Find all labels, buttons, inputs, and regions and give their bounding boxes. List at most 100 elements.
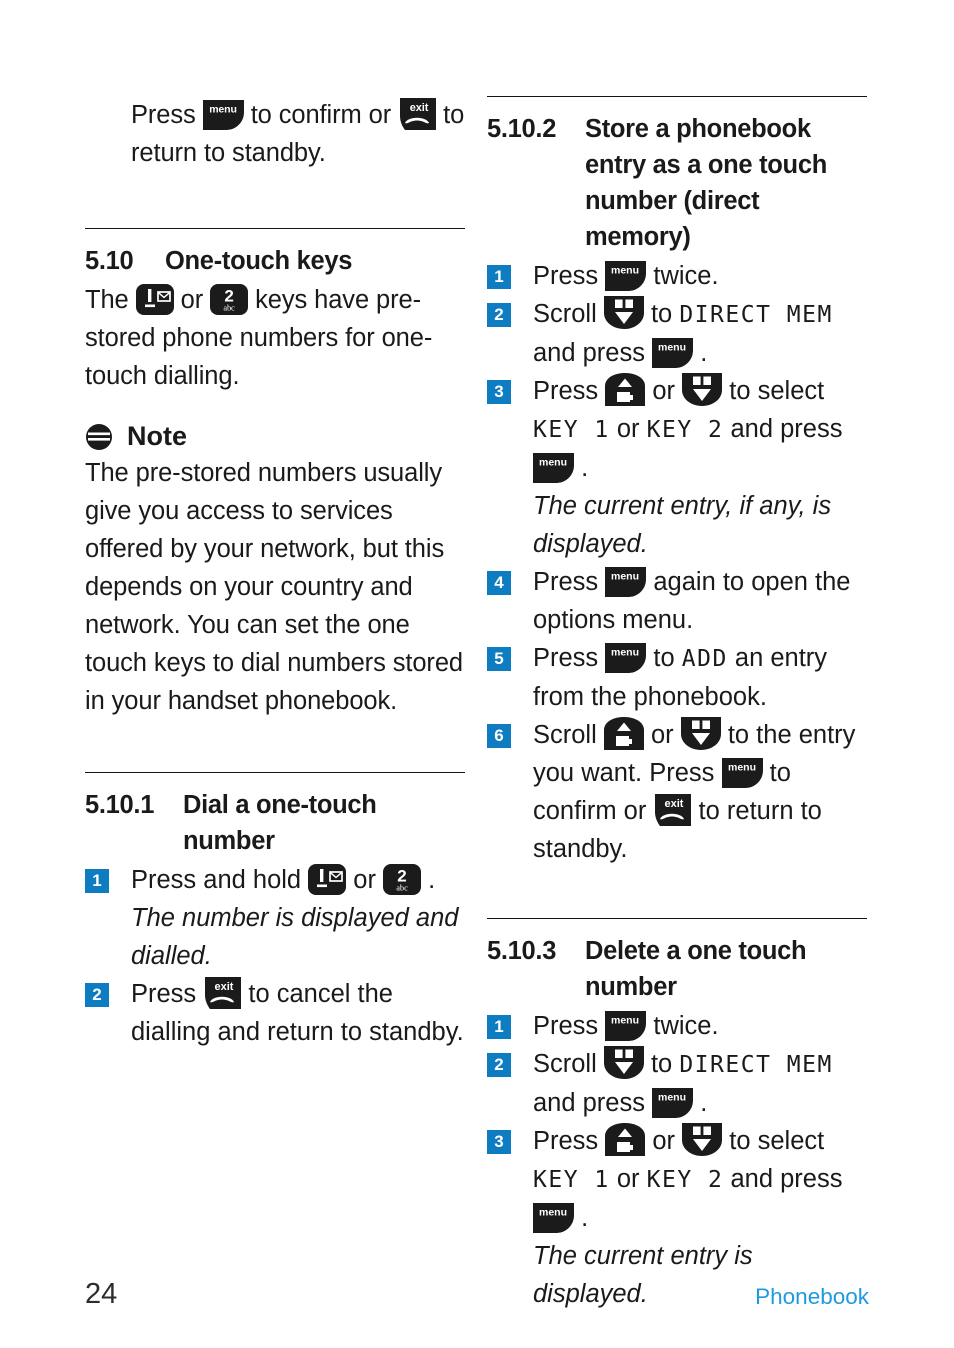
step-text-1: Press [533,1012,599,1040]
list-item: 4 Press again to open the options menu. [487,563,867,639]
menu-softkey-icon[interactable] [722,758,763,788]
step-text-1: Press [533,568,599,596]
heading-5-10-3: 5.10.3 Delete a one touch number [487,933,867,1005]
lcd-display-text: ADD [681,646,728,672]
step-text-2: or [650,721,674,749]
step-text-2: twice. [653,262,719,290]
note-heading-label: Note [127,421,187,451]
step-subtext: The current entry, if any, is displayed. [533,492,832,558]
list-item: 5 Press to ADD an entry from the phonebo… [487,639,867,716]
heading-title: Store a phonebook entry as a one touch n… [585,115,827,251]
step-badge: 5 [487,647,511,671]
page-number: 24 [85,1278,118,1310]
exit-softkey-icon[interactable] [203,977,241,1009]
step-text-2: to [650,1050,673,1078]
step-text-4: and press [730,415,843,443]
section-5-10-body: The or keys have pre-stored phone number… [85,281,465,395]
heading-5-10-1: 5.10.1 Dial a one-touch number [85,787,465,859]
step-text-3: to select [729,1127,825,1155]
note-body: The pre-stored numbers usually give you … [85,459,463,715]
scroll-down-phonebook-icon[interactable] [681,717,721,750]
step-badge: 3 [487,1130,511,1154]
lcd-display-key2: KEY 2 [646,417,724,443]
step-text-3: and press [533,339,645,367]
menu-softkey-icon[interactable] [605,1011,646,1041]
body-text-1: The [85,286,129,314]
step-text-mid: or [616,415,640,443]
list-item: 6 Scroll or to the entry you want. Press… [487,716,867,868]
heading-title: Delete a one touch number [585,937,807,1001]
section-divider [487,96,867,97]
heading-5-10-2: 5.10.2 Store a phonebook entry as a one … [487,111,867,255]
heading-title: One-touch keys [165,247,353,275]
heading-title: Dial a one-touch number [183,791,377,855]
heading-number: 5.10 [85,247,134,275]
steps-list-5-10-3: 1 Press twice. 2 Scroll to DIRECT MEM an… [487,1007,867,1313]
step-text-3: to select [729,377,825,405]
scroll-down-phonebook-icon[interactable] [604,1046,644,1079]
steps-list-5-10-2: 1 Press twice. 2 Scroll to DIRECT MEM an… [487,257,867,868]
step-badge: 4 [487,571,511,595]
step-text-4: and press [730,1165,843,1193]
step-text-1: Press [533,262,599,290]
step-text-1: Scroll [533,300,597,328]
lcd-display-text: DIRECT MEM [679,1052,833,1078]
scroll-down-phonebook-icon[interactable] [682,1123,722,1156]
menu-softkey-icon[interactable] [605,261,646,291]
menu-softkey-icon[interactable] [605,643,646,673]
heading-number: 5.10.3 [487,937,557,965]
left-column: Press to confirm or to return to standby… [85,96,465,1051]
keypad-2-abc-icon[interactable] [210,284,248,315]
keypad-1-message-icon[interactable] [308,864,346,895]
step-badge: 2 [85,983,109,1007]
scroll-up-redial-icon[interactable] [605,373,645,406]
scroll-up-redial-icon[interactable] [605,1123,645,1156]
step-badge: 1 [487,1015,511,1039]
list-item: 3 Press or to select KEY 1 or KEY 2 and … [487,372,867,563]
heading-number: 5.10.2 [487,115,557,143]
manual-page: Press to confirm or to return to standby… [0,0,954,1348]
list-item: 2 Scroll to DIRECT MEM and press . [487,1045,867,1122]
footer-section-label: Phonebook [755,1284,869,1309]
step-text-1: Press [533,644,599,672]
menu-softkey-icon[interactable] [533,1203,574,1233]
exit-softkey-icon[interactable] [653,794,691,826]
step-text-1: Press [533,1127,599,1155]
list-item: 2 Press to cancel the dialling and retur… [85,975,465,1051]
scroll-down-phonebook-icon[interactable] [682,373,722,406]
heading-number: 5.10.1 [85,791,155,819]
body-text-2: or [180,286,204,314]
list-item: 1 Press and hold or . The number is disp… [85,861,465,975]
step-text-3: . [428,866,436,894]
menu-softkey-icon[interactable] [605,567,646,597]
step-text-1: Press [533,377,599,405]
step-text-2: twice. [653,1012,719,1040]
lcd-display-key1: KEY 1 [533,1167,610,1193]
scroll-up-redial-icon[interactable] [604,717,644,750]
step-badge: 1 [85,869,109,893]
steps-list-5-10-1: 1 Press and hold or . The number is disp… [85,861,465,1051]
menu-softkey-icon[interactable] [652,338,693,368]
scroll-down-phonebook-icon[interactable] [604,296,644,329]
step-subtext: The number is displayed and dialled. [131,904,459,970]
intro-paragraph: Press to confirm or to return to standby… [85,96,465,172]
keypad-2-abc-icon[interactable] [383,864,421,895]
intro-text-1: Press [131,101,196,129]
right-column: 5.10.2 Store a phonebook entry as a one … [487,96,867,1313]
menu-softkey-icon[interactable] [533,453,574,483]
menu-softkey-icon[interactable] [203,100,244,130]
step-badge: 1 [487,265,511,289]
step-text-2: or [652,377,676,405]
heading-5-10: 5.10 One-touch keys [85,243,465,279]
list-item: 1 Press twice. [487,257,867,295]
menu-softkey-icon[interactable] [652,1088,693,1118]
note-icon [85,423,113,451]
step-badge: 2 [487,303,511,327]
exit-softkey-icon[interactable] [398,98,436,130]
keypad-1-message-icon[interactable] [136,284,174,315]
step-text-2: or [353,866,376,894]
step-badge: 6 [487,724,511,748]
lcd-display-text: DIRECT MEM [679,302,833,328]
list-item: 2 Scroll to DIRECT MEM and press . [487,295,867,372]
list-item: 1 Press twice. [487,1007,867,1045]
